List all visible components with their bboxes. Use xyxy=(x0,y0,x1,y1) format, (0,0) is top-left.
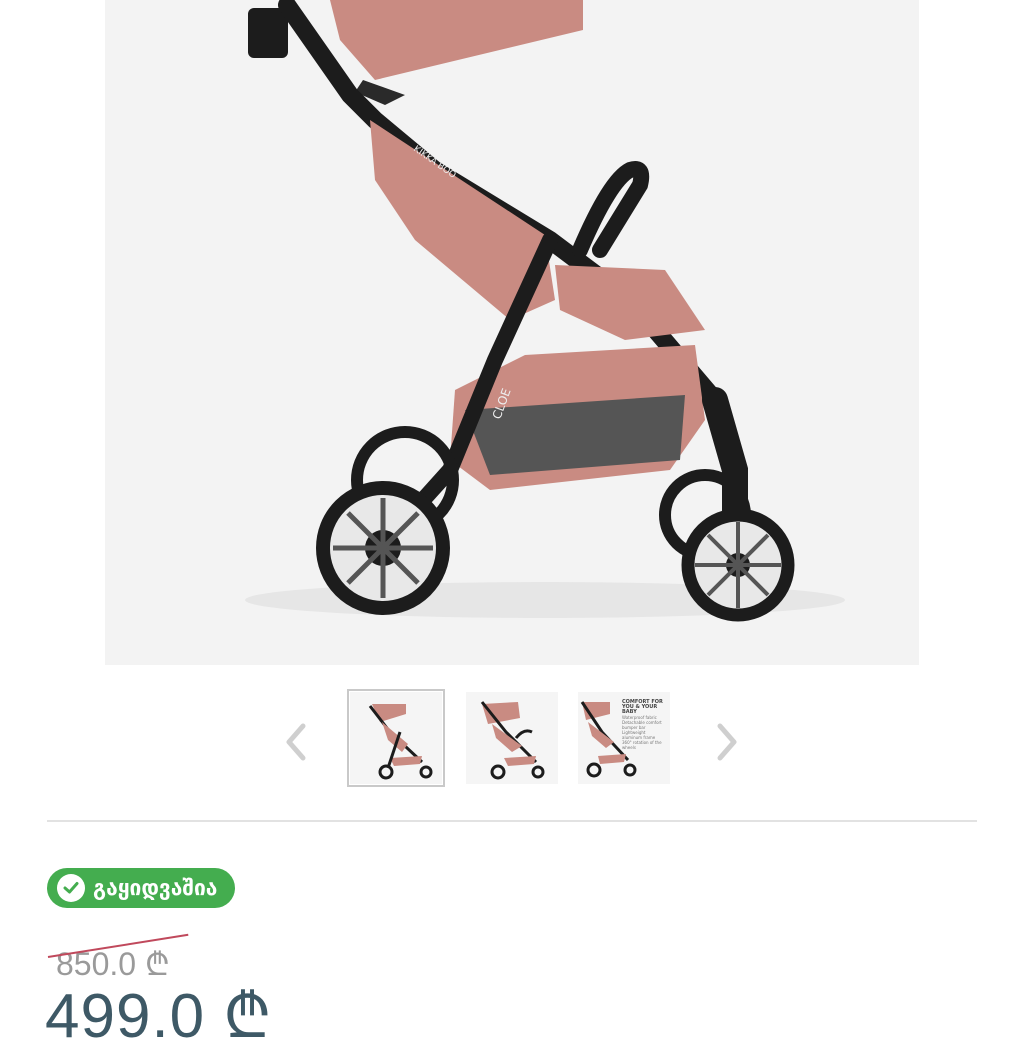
thumbnail-feature-line: Lightweight aluminum frame xyxy=(622,730,656,740)
gallery-next-button[interactable] xyxy=(708,720,748,764)
stroller-thumbnail-image xyxy=(480,701,545,780)
chevron-right-icon xyxy=(717,723,737,761)
stroller-thumbnail-image xyxy=(368,704,433,780)
stroller-illustration: KIKKA BOO CLOE xyxy=(245,0,845,622)
check-circle-icon xyxy=(57,874,85,902)
availability-label: გაყიდვაშია xyxy=(93,876,218,900)
product-main-image[interactable]: KIKKA BOO CLOE xyxy=(105,0,919,665)
gallery-thumbnail-3[interactable]: COMFORT FOR YOU & YOUR BABY Waterproof f… xyxy=(578,692,670,784)
chevron-left-icon xyxy=(286,723,306,761)
thumbnail-feature-list: COMFORT FOR YOU & YOUR BABY Waterproof f… xyxy=(622,699,666,751)
gallery-thumbnail-1[interactable] xyxy=(347,689,445,787)
gallery-thumbnail-2[interactable] xyxy=(466,692,558,784)
thumbnail-feature-line: Detachable comfort bumper bar xyxy=(622,720,662,730)
thumbnail-gallery: COMFORT FOR YOU & YOUR BABY Waterproof f… xyxy=(0,680,1024,805)
current-price: 499.0 ₾ xyxy=(45,982,273,1051)
section-divider xyxy=(47,820,977,822)
availability-badge: გაყიდვაშია xyxy=(47,868,236,908)
thumbnail-feature-title: COMFORT FOR YOU & YOUR BABY xyxy=(622,699,663,715)
gallery-prev-button[interactable] xyxy=(275,720,315,764)
thumbnail-feature-line: 360° rotation of the wheels xyxy=(622,740,662,750)
